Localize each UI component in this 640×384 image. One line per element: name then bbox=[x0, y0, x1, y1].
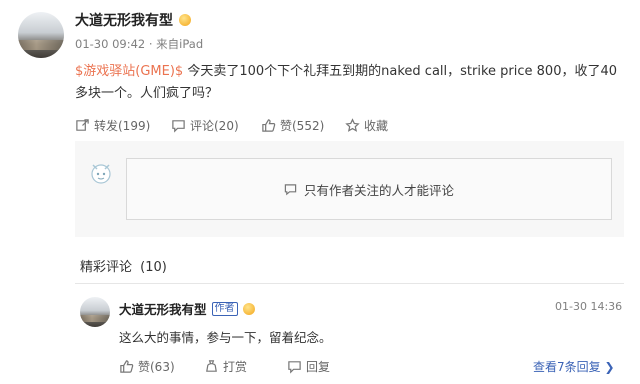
featured-comments-title: 精彩评论 bbox=[80, 260, 133, 275]
featured-comments-header: 精彩评论 (10) bbox=[80, 256, 167, 275]
tip-label: 打赏 bbox=[223, 360, 248, 374]
favorite-button[interactable]: 收藏 bbox=[345, 117, 388, 134]
reply-icon bbox=[288, 361, 301, 374]
comment-like-label: 赞(63) bbox=[138, 360, 175, 374]
post-content: $游戏驿站(GME)$ 今天卖了100个下个礼拜五到期的naked call，s… bbox=[75, 61, 625, 105]
author-badge: 作者 bbox=[211, 301, 238, 316]
view-replies-link[interactable]: 查看7条回复 ❯ bbox=[533, 358, 615, 375]
comment-label: 评论(20) bbox=[190, 119, 239, 133]
star-icon bbox=[345, 118, 360, 132]
post-source: · 来自iPad bbox=[148, 37, 204, 51]
vip-badge-icon bbox=[242, 302, 255, 315]
comment-time: 01-30 14:36 bbox=[555, 300, 623, 313]
comment-text: 这么大的事情，参与一下，留着纪念。 bbox=[119, 330, 332, 345]
coin-bag-icon bbox=[206, 360, 217, 372]
reply-label: 回复 bbox=[306, 360, 331, 374]
commenter-avatar[interactable] bbox=[80, 297, 110, 327]
divider bbox=[75, 237, 624, 238]
post-time[interactable]: 01-30 09:42 bbox=[75, 37, 145, 51]
author-name[interactable]: 大道无形我有型 bbox=[75, 10, 173, 30]
section-divider bbox=[75, 283, 624, 284]
comment-icon bbox=[172, 120, 185, 133]
like-label: 赞(552) bbox=[280, 119, 325, 133]
comment-icon bbox=[284, 183, 297, 195]
thumbs-up-icon bbox=[120, 360, 134, 373]
comment-button[interactable]: 评论(20) bbox=[171, 117, 239, 134]
comment-item: 大道无形我有型 作者 bbox=[119, 299, 255, 318]
thumbs-up-icon bbox=[262, 119, 276, 132]
comment-restriction-box: 只有作者关注的人才能评论 bbox=[126, 158, 612, 220]
post-action-bar: 转发(199) 评论(20) 赞(552) 收藏 bbox=[75, 117, 475, 135]
reply-button[interactable]: 回复 bbox=[287, 358, 330, 375]
tip-button[interactable]: 打赏 bbox=[204, 358, 247, 375]
comment-like-button[interactable]: 赞(63) bbox=[119, 358, 175, 375]
vip-badge-icon bbox=[179, 14, 191, 26]
repost-icon bbox=[76, 119, 89, 131]
favorite-label: 收藏 bbox=[364, 119, 389, 133]
stock-tag-link[interactable]: $游戏驿站(GME)$ bbox=[75, 64, 183, 79]
like-button[interactable]: 赞(552) bbox=[261, 117, 324, 134]
featured-comments-count: (10) bbox=[140, 260, 167, 275]
repost-label: 转发(199) bbox=[94, 119, 151, 133]
author-avatar[interactable] bbox=[18, 12, 64, 58]
commenter-name[interactable]: 大道无形我有型 bbox=[119, 299, 207, 318]
repost-button[interactable]: 转发(199) bbox=[75, 117, 150, 134]
comment-restriction-text: 只有作者关注的人才能评论 bbox=[303, 182, 454, 198]
anonymous-avatar-icon bbox=[88, 159, 114, 185]
comment-action-bar: 赞(63) 打赏 回复 bbox=[119, 358, 419, 376]
